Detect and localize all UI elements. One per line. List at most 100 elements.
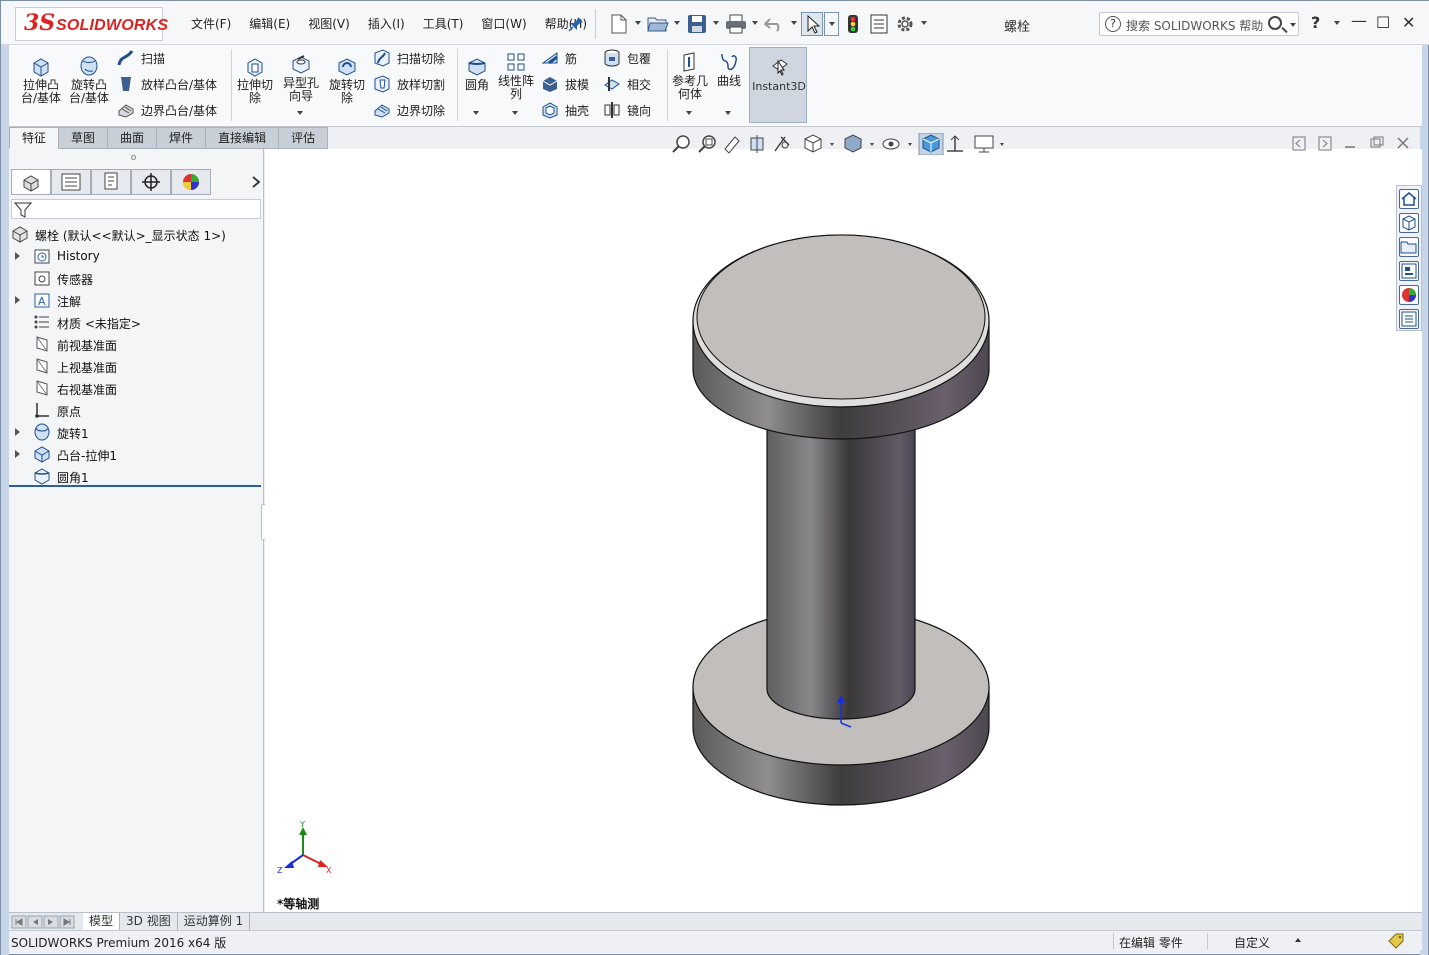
- tab-motion-study[interactable]: 运动算例 1: [178, 913, 251, 930]
- display-style-icon[interactable]: [844, 134, 862, 153]
- solidworks-logo[interactable]: 3S SOLIDWORKS: [15, 7, 168, 41]
- minimize-button[interactable]: —: [1351, 11, 1367, 30]
- open-folder-icon[interactable]: [647, 15, 669, 33]
- graphics-area[interactable]: Y X Z *等轴测: [265, 133, 1422, 912]
- tree-item-history[interactable]: History: [9, 245, 264, 267]
- undo-icon[interactable]: [764, 16, 784, 32]
- hide-show-dropdown[interactable]: [908, 143, 912, 146]
- filter-funnel-icon[interactable]: [14, 201, 32, 219]
- revolve-cut-button[interactable]: 旋转切 除: [325, 55, 369, 105]
- hide-show-items-icon[interactable]: [882, 138, 900, 150]
- hole-wizard-dropdown[interactable]: [297, 111, 303, 115]
- unit-system-caret[interactable]: [1295, 938, 1301, 942]
- extrude-boss-button[interactable]: 拉伸凸 台/基体: [19, 55, 63, 105]
- tab-model[interactable]: 模型: [83, 913, 121, 930]
- sweep-cut-button[interactable]: 扫描切除: [373, 49, 445, 67]
- loft-cut-button[interactable]: 放样切割: [373, 75, 445, 93]
- solidworks-resources-icon[interactable]: [1399, 189, 1419, 209]
- tree-item-annotations[interactable]: A 注解: [9, 289, 264, 311]
- help-search-box[interactable]: ? 搜索 SOLIDWORKS 帮助: [1099, 12, 1299, 36]
- design-library-icon[interactable]: [1399, 213, 1419, 233]
- menu-file[interactable]: 文件(F): [191, 15, 231, 32]
- custom-properties-icon[interactable]: [1399, 309, 1419, 329]
- hole-wizard-button[interactable]: 异型孔 向导: [279, 53, 323, 103]
- tab-sketch[interactable]: 草图: [59, 127, 109, 149]
- display-style-dropdown[interactable]: [870, 143, 874, 146]
- print-icon[interactable]: [725, 14, 747, 34]
- curves-button[interactable]: 曲线: [711, 51, 747, 88]
- view-settings-dropdown[interactable]: [1000, 143, 1004, 146]
- tree-item-right-plane[interactable]: 右视基准面: [9, 377, 264, 399]
- save-icon[interactable]: [687, 14, 707, 34]
- file-explorer-icon[interactable]: [1399, 237, 1419, 257]
- feature-manager-tab[interactable]: [11, 169, 51, 195]
- tab-evaluate[interactable]: 评估: [279, 127, 329, 149]
- help-button[interactable]: ?: [1311, 13, 1320, 32]
- tab-weldments[interactable]: 焊件: [157, 127, 207, 149]
- zoom-to-area-icon[interactable]: [698, 135, 716, 153]
- apply-scene-icon[interactable]: [947, 135, 963, 152]
- viewport-close-icon[interactable]: [1397, 137, 1409, 149]
- status-unit-system[interactable]: 自定义: [1234, 934, 1270, 951]
- tree-item-top-plane[interactable]: 上视基准面: [9, 355, 264, 377]
- new-dropdown-caret[interactable]: [635, 21, 641, 25]
- new-document-icon[interactable]: [611, 14, 627, 34]
- tab-scroll-arrows[interactable]: [11, 915, 77, 929]
- options-gear-icon[interactable]: [895, 14, 915, 34]
- section-view-icon[interactable]: [750, 135, 764, 153]
- revolve-boss-button[interactable]: 旋转凸 台/基体: [67, 55, 111, 105]
- close-button[interactable]: ✕: [1402, 13, 1415, 32]
- tree-item-fillet1[interactable]: 圆角1: [9, 465, 264, 487]
- linear-pattern-dropdown[interactable]: [512, 111, 518, 115]
- reference-geometry-dropdown[interactable]: [686, 111, 692, 115]
- tab-3d-views[interactable]: 3D 视图: [120, 913, 178, 930]
- open-dropdown-caret[interactable]: [674, 21, 680, 25]
- view-settings-icon[interactable]: [974, 135, 994, 153]
- help-dropdown-caret[interactable]: [1334, 21, 1340, 25]
- dimxpert-manager-tab[interactable]: [131, 169, 171, 195]
- panel-grip-handle[interactable]: [131, 155, 136, 160]
- menu-insert[interactable]: 插入(I): [368, 15, 405, 32]
- expand-arrow-icon[interactable]: [15, 428, 20, 436]
- tree-filter-box[interactable]: [11, 199, 261, 219]
- expand-arrow-icon[interactable]: [15, 296, 20, 304]
- property-manager-tab[interactable]: [51, 169, 91, 195]
- viewport-tile-left-icon[interactable]: [1292, 136, 1306, 151]
- boundary-cut-button[interactable]: 边界切除: [373, 101, 445, 119]
- curves-dropdown[interactable]: [725, 111, 731, 115]
- tree-item-origin[interactable]: 原点: [9, 399, 264, 421]
- undo-dropdown-caret[interactable]: [791, 21, 797, 25]
- display-manager-tab[interactable]: [171, 169, 211, 195]
- tree-item-material[interactable]: 材质 <未指定>: [9, 311, 264, 333]
- dynamic-annotation-icon[interactable]: [774, 136, 790, 152]
- tree-item-boss-extrude1[interactable]: 凸台-拉伸1: [9, 443, 264, 465]
- pin-icon[interactable]: [568, 16, 584, 32]
- extrude-cut-button[interactable]: 拉伸切 除: [233, 55, 277, 105]
- shell-button[interactable]: 抽壳: [541, 101, 589, 119]
- view-palette-icon[interactable]: [1399, 261, 1419, 281]
- rebuild-traffic-light-icon[interactable]: [847, 14, 859, 34]
- options-dropdown-caret[interactable]: [921, 21, 927, 25]
- select-tool-button[interactable]: [801, 12, 823, 36]
- draft-button[interactable]: 拔模: [541, 75, 589, 93]
- viewport-restore-icon[interactable]: [1370, 136, 1384, 148]
- tree-item-front-plane[interactable]: 前视基准面: [9, 333, 264, 355]
- reference-geometry-button[interactable]: 参考几 何体: [669, 51, 711, 101]
- configuration-manager-tab[interactable]: [91, 169, 131, 195]
- menu-tools[interactable]: 工具(T): [423, 15, 464, 32]
- tab-features[interactable]: 特征: [9, 127, 60, 149]
- fillet-button[interactable]: 圆角: [459, 55, 495, 92]
- tree-item-sensors[interactable]: 传感器: [9, 267, 264, 289]
- tree-root-part[interactable]: 螺栓 (默认<<默认>_显示状态 1>): [9, 223, 264, 245]
- zoom-to-fit-icon[interactable]: [672, 135, 690, 153]
- tab-surfaces[interactable]: 曲面: [108, 127, 158, 149]
- instant3d-button[interactable]: Instant3D: [749, 47, 807, 123]
- tab-direct-editing[interactable]: 直接编辑: [206, 127, 280, 149]
- viewport-tile-right-icon[interactable]: [1318, 136, 1332, 151]
- search-dropdown-caret[interactable]: [1290, 23, 1296, 27]
- linear-pattern-button[interactable]: 线性阵 列: [495, 51, 537, 101]
- menu-view[interactable]: 视图(V): [308, 15, 350, 32]
- intersect-button[interactable]: 相交: [603, 75, 651, 93]
- maximize-button[interactable]: ☐: [1376, 13, 1390, 32]
- loft-button[interactable]: 放样凸台/基体: [117, 75, 217, 93]
